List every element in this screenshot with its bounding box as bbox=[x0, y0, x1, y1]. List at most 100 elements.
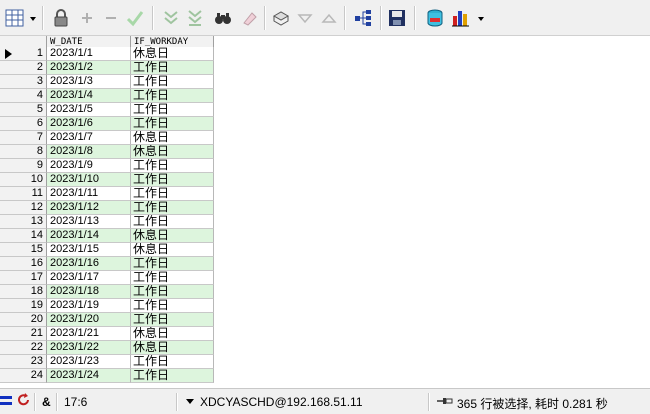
w-date-cell[interactable]: 2023/1/2 bbox=[47, 61, 131, 75]
save-icon[interactable] bbox=[386, 7, 408, 29]
query-last-icon[interactable] bbox=[184, 7, 206, 29]
if-workday-cell[interactable]: 工作日 bbox=[131, 369, 214, 383]
lock-icon[interactable] bbox=[50, 7, 72, 29]
filter-up-icon[interactable] bbox=[318, 7, 340, 29]
row-number-cell[interactable]: 5 bbox=[0, 103, 47, 117]
row-number-cell[interactable]: 2 bbox=[0, 61, 47, 75]
row-number-cell[interactable]: 12 bbox=[0, 201, 47, 215]
row-number-cell[interactable]: 18 bbox=[0, 285, 47, 299]
row-number-cell[interactable]: 8 bbox=[0, 145, 47, 159]
if-workday-cell[interactable]: 休息日 bbox=[131, 341, 214, 355]
chart-icon[interactable] bbox=[450, 7, 472, 29]
table-row[interactable]: 14 2023/1/14 休息日 bbox=[0, 229, 214, 243]
if-workday-cell[interactable]: 休息日 bbox=[131, 243, 214, 257]
table-row[interactable]: 3 2023/1/3 工作日 bbox=[0, 75, 214, 89]
w-date-cell[interactable]: 2023/1/20 bbox=[47, 313, 131, 327]
if-workday-cell[interactable]: 工作日 bbox=[131, 89, 214, 103]
w-date-cell[interactable]: 2023/1/24 bbox=[47, 369, 131, 383]
row-number-cell[interactable]: 22 bbox=[0, 341, 47, 355]
row-number-cell[interactable]: 23 bbox=[0, 355, 47, 369]
refresh-icon[interactable] bbox=[424, 7, 446, 29]
table-row[interactable]: 23 2023/1/23 工作日 bbox=[0, 355, 214, 369]
table-row[interactable]: 5 2023/1/5 工作日 bbox=[0, 103, 214, 117]
refresh-icon[interactable] bbox=[17, 393, 31, 412]
w-date-cell[interactable]: 2023/1/3 bbox=[47, 75, 131, 89]
row-number-cell[interactable]: 11 bbox=[0, 187, 47, 201]
table-row[interactable]: 1 2023/1/1 休息日 bbox=[0, 47, 214, 61]
row-number-cell[interactable]: 15 bbox=[0, 243, 47, 257]
table-row[interactable]: 4 2023/1/4 工作日 bbox=[0, 89, 214, 103]
table-row[interactable]: 10 2023/1/10 工作日 bbox=[0, 173, 214, 187]
table-row[interactable]: 19 2023/1/19 工作日 bbox=[0, 299, 214, 313]
delete-row-icon[interactable] bbox=[100, 7, 122, 29]
if-workday-cell[interactable]: 工作日 bbox=[131, 285, 214, 299]
row-number-cell[interactable]: 9 bbox=[0, 159, 47, 173]
table-row[interactable]: 22 2023/1/22 休息日 bbox=[0, 341, 214, 355]
if-workday-cell[interactable]: 工作日 bbox=[131, 173, 214, 187]
w-date-cell[interactable]: 2023/1/14 bbox=[47, 229, 131, 243]
w-date-cell[interactable]: 2023/1/5 bbox=[47, 103, 131, 117]
table-row[interactable]: 11 2023/1/11 工作日 bbox=[0, 187, 214, 201]
query-next-icon[interactable] bbox=[160, 7, 182, 29]
row-number-cell[interactable]: 21 bbox=[0, 327, 47, 341]
if-workday-cell[interactable]: 工作日 bbox=[131, 201, 214, 215]
table-row[interactable]: 24 2023/1/24 工作日 bbox=[0, 369, 214, 383]
filter-down-icon[interactable] bbox=[294, 7, 316, 29]
w-date-cell[interactable]: 2023/1/16 bbox=[47, 257, 131, 271]
w-date-cell[interactable]: 2023/1/19 bbox=[47, 299, 131, 313]
row-number-cell[interactable]: 1 bbox=[0, 47, 47, 61]
row-number-cell[interactable]: 7 bbox=[0, 131, 47, 145]
w-date-cell[interactable]: 2023/1/22 bbox=[47, 341, 131, 355]
if-workday-cell[interactable]: 工作日 bbox=[131, 355, 214, 369]
table-row[interactable]: 12 2023/1/12 工作日 bbox=[0, 201, 214, 215]
chevron-down-icon[interactable] bbox=[475, 7, 487, 29]
table-row[interactable]: 16 2023/1/16 工作日 bbox=[0, 257, 214, 271]
w-date-cell[interactable]: 2023/1/12 bbox=[47, 201, 131, 215]
post-icon[interactable] bbox=[124, 7, 146, 29]
table-row[interactable]: 7 2023/1/7 休息日 bbox=[0, 131, 214, 145]
data-grid[interactable]: W_DATE IF_WORKDAY 1 2023/1/1 休息日 2 2023/1/2 工… bbox=[0, 36, 650, 386]
w-date-cell[interactable]: 2023/1/9 bbox=[47, 159, 131, 173]
row-number-cell[interactable]: 14 bbox=[0, 229, 47, 243]
row-number-cell[interactable]: 6 bbox=[0, 117, 47, 131]
row-number-cell[interactable]: 17 bbox=[0, 271, 47, 285]
table-row[interactable]: 8 2023/1/8 休息日 bbox=[0, 145, 214, 159]
clear-icon[interactable] bbox=[238, 7, 260, 29]
if-workday-cell[interactable]: 工作日 bbox=[131, 159, 214, 173]
if-workday-cell[interactable]: 工作日 bbox=[131, 257, 214, 271]
if-workday-cell[interactable]: 休息日 bbox=[131, 131, 214, 145]
row-number-cell[interactable]: 10 bbox=[0, 173, 47, 187]
w-date-cell[interactable]: 2023/1/17 bbox=[47, 271, 131, 285]
w-date-cell[interactable]: 2023/1/6 bbox=[47, 117, 131, 131]
w-date-cell[interactable]: 2023/1/15 bbox=[47, 243, 131, 257]
w-date-cell[interactable]: 2023/1/1 bbox=[47, 47, 131, 61]
w-date-cell[interactable]: 2023/1/23 bbox=[47, 355, 131, 369]
if-workday-cell[interactable]: 工作日 bbox=[131, 75, 214, 89]
find-icon[interactable] bbox=[212, 7, 234, 29]
if-workday-cell[interactable]: 工作日 bbox=[131, 313, 214, 327]
grid-view-icon[interactable] bbox=[4, 7, 26, 29]
if-workday-cell[interactable]: 休息日 bbox=[131, 47, 214, 61]
row-number-cell[interactable]: 24 bbox=[0, 369, 47, 383]
if-workday-cell[interactable]: 工作日 bbox=[131, 61, 214, 75]
if-workday-cell[interactable]: 工作日 bbox=[131, 103, 214, 117]
row-number-cell[interactable]: 20 bbox=[0, 313, 47, 327]
table-row[interactable]: 13 2023/1/13 工作日 bbox=[0, 215, 214, 229]
w-date-cell[interactable]: 2023/1/13 bbox=[47, 215, 131, 229]
table-row[interactable]: 20 2023/1/20 工作日 bbox=[0, 313, 214, 327]
chevron-down-icon[interactable] bbox=[28, 7, 38, 29]
if-workday-cell[interactable]: 工作日 bbox=[131, 187, 214, 201]
table-row[interactable]: 2 2023/1/2 工作日 bbox=[0, 61, 214, 75]
row-number-cell[interactable]: 3 bbox=[0, 75, 47, 89]
if-workday-cell[interactable]: 工作日 bbox=[131, 215, 214, 229]
row-number-cell[interactable]: 16 bbox=[0, 257, 47, 271]
connection-label[interactable]: XDCYASCHD@192.168.51.11 bbox=[200, 395, 363, 409]
table-row[interactable]: 17 2023/1/17 工作日 bbox=[0, 271, 214, 285]
if-workday-cell[interactable]: 休息日 bbox=[131, 145, 214, 159]
row-number-cell[interactable]: 13 bbox=[0, 215, 47, 229]
table-row[interactable]: 21 2023/1/21 休息日 bbox=[0, 327, 214, 341]
w-date-cell[interactable]: 2023/1/18 bbox=[47, 285, 131, 299]
w-date-cell[interactable]: 2023/1/21 bbox=[47, 327, 131, 341]
w-date-cell[interactable]: 2023/1/8 bbox=[47, 145, 131, 159]
if-workday-cell[interactable]: 工作日 bbox=[131, 299, 214, 313]
